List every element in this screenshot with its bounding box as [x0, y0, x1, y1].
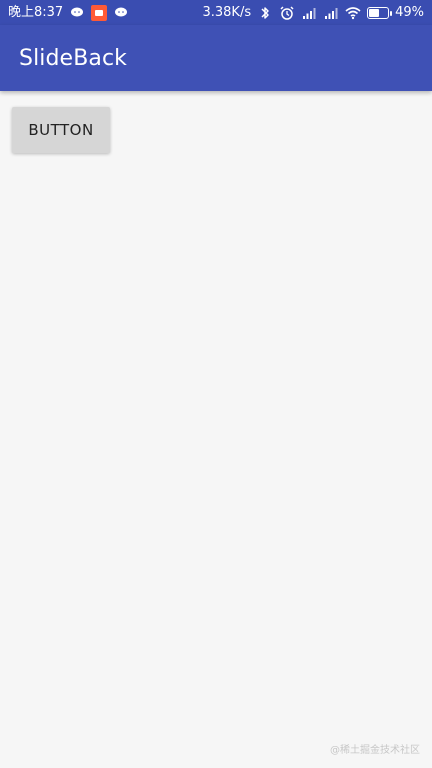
battery-icon: [367, 6, 393, 19]
status-bar: 晚上8:37 3.38K/s 49%: [0, 0, 432, 25]
status-left: 晚上8:37: [8, 0, 129, 25]
chat-bubble-icon: [113, 5, 129, 21]
page-title: SlideBack: [19, 45, 127, 71]
content-area: BUTTON: [0, 91, 432, 768]
network-speed: 3.38K/s: [202, 5, 252, 20]
alarm-icon: [279, 5, 295, 21]
signal-icon: [301, 5, 317, 21]
battery-level: [369, 8, 379, 17]
chat-bubble-icon: [69, 5, 85, 21]
status-time: 晚上8:37: [8, 5, 64, 20]
battery-percent: 49%: [395, 5, 424, 20]
watermark: @稀土掘金技术社区: [330, 745, 420, 756]
main-button[interactable]: BUTTON: [12, 107, 110, 153]
wifi-icon: [345, 5, 361, 21]
status-right: 3.38K/s 49%: [202, 0, 424, 25]
bluetooth-icon: [257, 5, 273, 21]
signal-icon: [323, 5, 339, 21]
app-bar: SlideBack: [0, 25, 432, 91]
app-notification-icon: [91, 4, 108, 21]
